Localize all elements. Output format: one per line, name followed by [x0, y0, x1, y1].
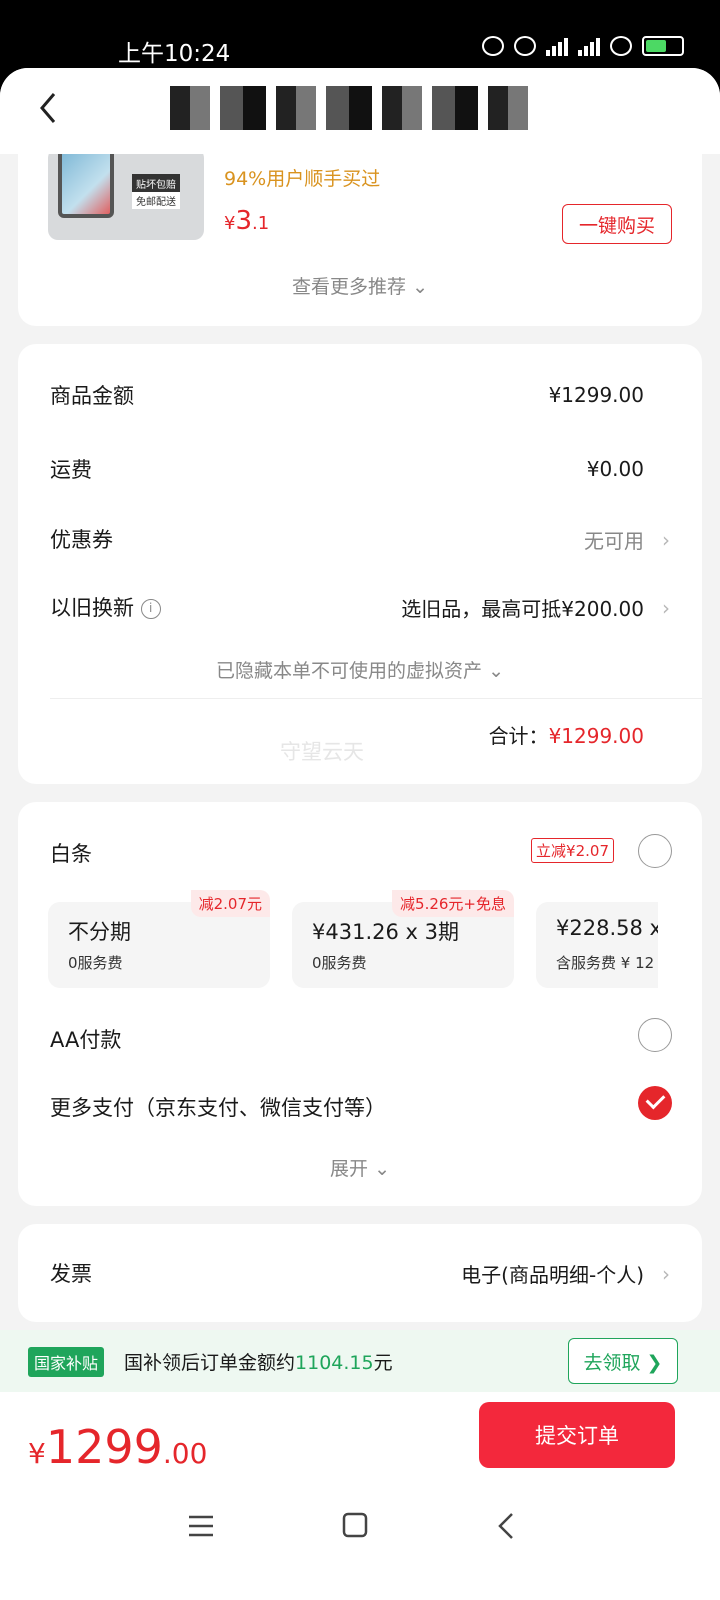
price-int: 3: [235, 206, 252, 236]
chevron-right-icon: ›: [662, 596, 670, 620]
home-icon[interactable]: [340, 1512, 370, 1540]
buy-rate: 94%用户顺手买过: [224, 168, 381, 190]
subsidy-text-prefix: 国补领后订单金额约: [124, 1352, 296, 1374]
checkout-dec: .00: [162, 1437, 208, 1470]
more-recommend-link[interactable]: 查看更多推荐 ⌄: [18, 272, 702, 299]
chevron-down-icon: ⌄: [412, 276, 428, 298]
plan-tag: 减2.07元: [190, 890, 270, 917]
status-icons: [482, 36, 684, 56]
trade-in-value: 选旧品，最高可抵¥200.00: [401, 596, 644, 621]
chevron-right-icon: ›: [662, 1262, 670, 1286]
nav-back-icon[interactable]: [492, 1512, 522, 1540]
back-icon[interactable]: [30, 88, 70, 128]
image-tag: 免邮配送: [132, 192, 180, 209]
plan-fee: 0服务费: [68, 954, 123, 972]
invoice-label: 发票: [50, 1262, 92, 1286]
top-bar: [0, 68, 720, 154]
coupon-value: 无可用: [584, 528, 644, 553]
checkout-total: ¥1299.00: [28, 1420, 207, 1474]
goods-amount-label: 商品金额: [50, 384, 134, 408]
divider: [50, 698, 702, 699]
checkout-currency: ¥: [28, 1437, 46, 1470]
info-icon[interactable]: i: [140, 599, 161, 619]
checkout-int: 1299: [45, 1420, 163, 1474]
checkout-bar: ¥1299.00 提交订单: [0, 1392, 720, 1600]
more-pay-row[interactable]: 更多支付（京东支付、微信支付等）: [50, 1092, 644, 1122]
plan-fee: 0服务费: [312, 954, 367, 972]
order-summary-card: 商品金额 ¥1299.00 运费 ¥0.00 优惠券 无可用 › 以旧换新 i …: [18, 344, 702, 784]
watermark: 守望云天: [280, 740, 364, 764]
shipping-row: 运费 ¥0.00: [50, 454, 644, 484]
wifi-icon: [610, 36, 632, 56]
trade-in-row[interactable]: 以旧换新 i 选旧品，最高可抵¥200.00: [50, 592, 644, 622]
baitiao-label: 白条: [50, 842, 92, 866]
plan-amount: ¥431.26 x 3期: [312, 920, 459, 944]
coupon-label: 优惠券: [50, 528, 113, 552]
invoice-row: 发票 电子(商品明细-个人): [50, 1258, 644, 1288]
shipping-label: 运费: [50, 458, 92, 482]
chevron-down-icon: ⌄: [488, 660, 504, 682]
total-value: ¥1299.00: [548, 724, 644, 748]
signal-icon-2: [578, 36, 600, 56]
one-click-buy-button[interactable]: 一键购买: [562, 204, 672, 244]
invoice-value: 电子(商品明细-个人): [461, 1262, 644, 1287]
plan-amount: ¥228.58 x: [556, 916, 658, 940]
total-row: 合计：¥1299.00: [489, 720, 644, 749]
trade-in-label: 以旧换新: [50, 596, 134, 620]
plan-tag: 减5.26元+免息: [392, 890, 514, 917]
aa-pay-row[interactable]: AA付款: [50, 1024, 644, 1054]
baitiao-radio[interactable]: [638, 834, 672, 868]
expand-label: 展开: [330, 1158, 369, 1180]
goods-amount-value: ¥1299.00: [548, 383, 644, 407]
more-pay-label: 更多支付（京东支付、微信支付等）: [50, 1096, 386, 1120]
shipping-value: ¥0.00: [586, 457, 644, 481]
menu-icon[interactable]: [186, 1512, 216, 1540]
total-label: 合计：: [488, 724, 549, 748]
subsidy-text: 国补领后订单金额约1104.15元: [124, 1348, 393, 1375]
alarm-icon: [514, 36, 536, 56]
chevron-down-icon: ⌄: [374, 1158, 390, 1180]
national-subsidy-banner: 国家补贴 国补领后订单金额约1104.15元 去领取 ❯: [0, 1330, 720, 1392]
product-thumbnail[interactable]: 贴坏包赔 免邮配送: [48, 148, 204, 240]
baitiao-discount-badge: 立减¥2.07: [531, 838, 614, 863]
submit-order-button[interactable]: 提交订单: [479, 1402, 675, 1468]
expand-link[interactable]: 展开 ⌄: [18, 1154, 702, 1181]
payment-card: 白条 立减¥2.07 减2.07元 不分期 0服务费 减5.26元+免息 ¥43…: [18, 802, 702, 1206]
aa-pay-radio[interactable]: [638, 1018, 672, 1052]
coupon-row[interactable]: 优惠券 无可用: [50, 524, 644, 554]
subsidy-badge: 国家补贴: [28, 1347, 105, 1377]
installment-plan-3[interactable]: 减5.26元+免息 ¥431.26 x 3期 0服务费: [292, 890, 514, 988]
goods-amount-row: 商品金额 ¥1299.00: [50, 380, 644, 410]
battery-icon: [642, 36, 684, 56]
subsidy-amount: 1104.15: [295, 1352, 374, 1374]
hidden-assets-label: 已隐藏本单不可使用的虚拟资产: [216, 660, 483, 682]
hidden-assets-link[interactable]: 已隐藏本单不可使用的虚拟资产 ⌄: [18, 656, 702, 683]
signal-icon: [546, 36, 568, 56]
plan-amount: 不分期: [68, 920, 131, 944]
recommend-price: ¥3.1: [224, 206, 269, 236]
trade-in-label-wrap: 以旧换新 i: [50, 592, 161, 622]
subsidy-text-suffix: 元: [373, 1352, 393, 1374]
more-recommend-label: 查看更多推荐: [292, 276, 407, 298]
installment-plan-none[interactable]: 减2.07元 不分期 0服务费: [48, 890, 270, 988]
installment-plan-more[interactable]: ¥228.58 x 含服务费 ¥ 12: [536, 902, 658, 988]
status-time: 上午10:24: [118, 41, 231, 67]
invoice-card[interactable]: 发票 电子(商品明细-个人) ›: [18, 1224, 702, 1322]
more-pay-radio-checked[interactable]: [638, 1086, 672, 1120]
price-symbol: ¥: [224, 213, 236, 234]
claim-subsidy-button[interactable]: 去领取 ❯: [568, 1338, 678, 1384]
mute-icon: [482, 36, 504, 56]
chevron-right-icon: ›: [662, 528, 670, 552]
aa-pay-label: AA付款: [50, 1028, 122, 1052]
checkout-sheet: 贴坏包赔 免邮配送 94%用户顺手买过 ¥3.1 一键购买 查看更多推荐 ⌄ 商…: [0, 68, 720, 1600]
plan-fee: 含服务费 ¥ 12: [556, 954, 655, 972]
page-title-blurred: [170, 86, 528, 130]
phone-image: [58, 148, 114, 218]
price-dec: .1: [252, 213, 270, 234]
image-tag: 贴坏包赔: [132, 174, 180, 193]
